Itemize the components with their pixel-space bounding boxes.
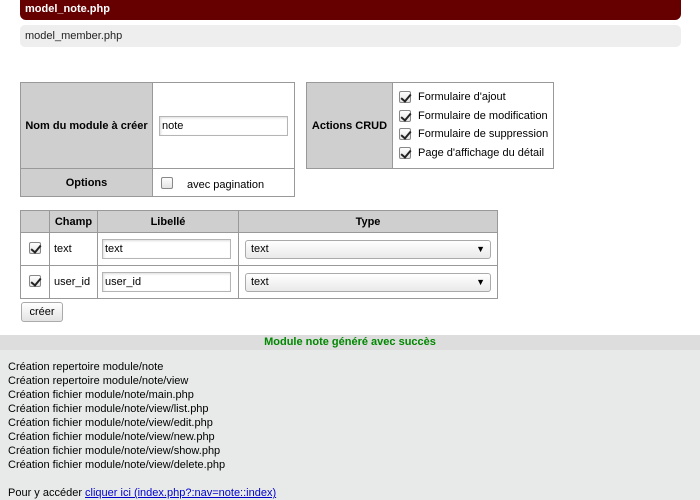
- crud-label: Actions CRUD: [306, 82, 393, 169]
- log-line: Création repertoire module/note: [8, 361, 164, 373]
- dropdown-arrow-icon: ▼: [476, 244, 485, 254]
- pagination-label: avec pagination: [187, 178, 265, 191]
- module-name-input[interactable]: [159, 115, 288, 136]
- module-name-label: Nom du module à créer: [20, 82, 153, 169]
- crud-label-edit: Formulaire de modification: [418, 109, 548, 122]
- row-checkbox-user-id[interactable]: [29, 274, 41, 287]
- header-libelle: Libellé: [97, 210, 239, 233]
- log-line: Création repertoire module/note/view: [8, 375, 189, 387]
- crud-label-add: Formulaire d'ajout: [418, 91, 506, 104]
- log-line: Création fichier module/note/view/edit.p…: [8, 417, 213, 429]
- crud-checkbox-add[interactable]: [399, 91, 411, 104]
- libelle-input-user-id[interactable]: [102, 272, 231, 292]
- type-select-value: text: [251, 276, 269, 288]
- libelle-input-text[interactable]: [102, 239, 231, 259]
- crud-label-delete: Formulaire de suppression: [418, 128, 549, 141]
- crud-checkbox-show[interactable]: [399, 146, 411, 159]
- type-select-value: text: [251, 243, 269, 255]
- active-file-tab[interactable]: model_note.php: [20, 0, 681, 20]
- header-champ: Champ: [49, 210, 98, 233]
- champ-cell: user_id: [49, 265, 98, 299]
- fields-table: Champ Libellé Type text text ▼ user_id t…: [20, 210, 498, 299]
- module-link[interactable]: cliquer ici (index.php?:nav=note::index): [85, 487, 276, 499]
- log-line: Création fichier module/note/view/new.ph…: [8, 431, 215, 443]
- access-prefix: Pour y accéder: [8, 487, 82, 499]
- header-check: [20, 210, 50, 233]
- table-row: text text ▼: [20, 232, 498, 266]
- row-checkbox-text[interactable]: [29, 241, 41, 254]
- create-button[interactable]: créer: [21, 302, 63, 322]
- type-select-text[interactable]: text ▼: [245, 239, 491, 259]
- log-panel: Création repertoire module/note Création…: [0, 350, 700, 500]
- log-line: Création fichier module/note/view/delete…: [8, 459, 226, 471]
- module-settings-table: Nom du module à créer Options avec pagin…: [20, 82, 295, 197]
- table-row: user_id text ▼: [20, 265, 498, 299]
- header-type: Type: [238, 210, 498, 233]
- success-message: Module note généré avec succès: [0, 335, 700, 350]
- log-line: Création fichier module/note/view/show.p…: [8, 445, 221, 457]
- dropdown-arrow-icon: ▼: [476, 277, 485, 287]
- crud-checkbox-edit[interactable]: [399, 109, 411, 122]
- crud-actions-table: Actions CRUD Formulaire d'ajout Formulai…: [306, 82, 554, 169]
- log-line: Création fichier module/note/view/list.p…: [8, 403, 209, 415]
- type-select-user-id[interactable]: text ▼: [245, 272, 491, 292]
- champ-cell: text: [49, 232, 98, 266]
- file-item-model-member[interactable]: model_member.php: [20, 25, 681, 47]
- crud-checkbox-delete[interactable]: [399, 128, 411, 141]
- pagination-checkbox[interactable]: [161, 176, 173, 189]
- options-label: Options: [20, 168, 153, 197]
- crud-label-show: Page d'affichage du détail: [418, 146, 545, 159]
- access-line: Pour y accéder cliquer ici (index.php?:n…: [8, 487, 276, 499]
- log-line: Création fichier module/note/main.php: [8, 389, 194, 401]
